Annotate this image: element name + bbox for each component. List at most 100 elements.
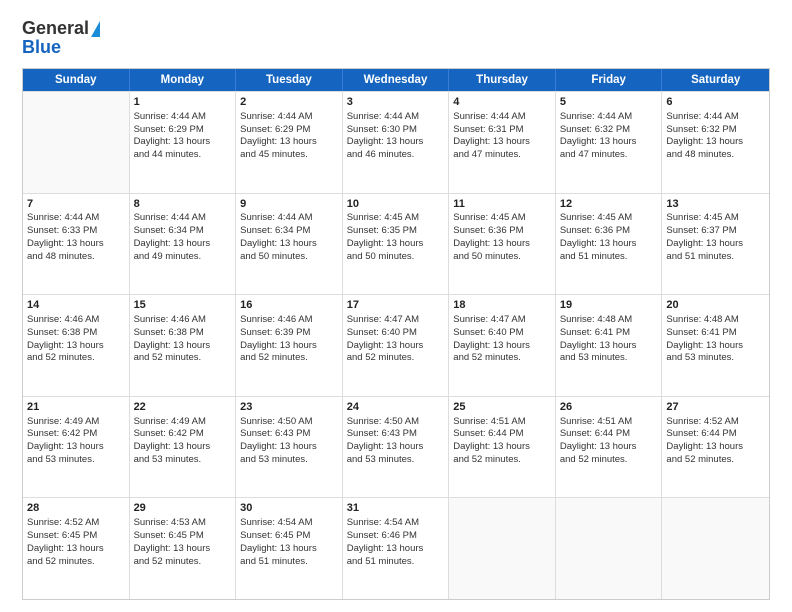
daylight-line1: Daylight: 13 hours <box>27 238 125 251</box>
day-cell-2: 2Sunrise: 4:44 AMSunset: 6:29 PMDaylight… <box>236 92 343 193</box>
daylight-line2: and 51 minutes. <box>347 556 445 569</box>
daylight-line1: Daylight: 13 hours <box>134 441 232 454</box>
day-number: 31 <box>347 501 445 516</box>
day-cell-20: 20Sunrise: 4:48 AMSunset: 6:41 PMDayligh… <box>662 295 769 396</box>
day-cell-23: 23Sunrise: 4:50 AMSunset: 6:43 PMDayligh… <box>236 397 343 498</box>
sunset-text: Sunset: 6:31 PM <box>453 124 551 137</box>
day-cell-12: 12Sunrise: 4:45 AMSunset: 6:36 PMDayligh… <box>556 194 663 295</box>
day-cell-30: 30Sunrise: 4:54 AMSunset: 6:45 PMDayligh… <box>236 498 343 599</box>
day-number: 21 <box>27 400 125 415</box>
sunrise-text: Sunrise: 4:44 AM <box>347 111 445 124</box>
daylight-line2: and 50 minutes. <box>453 251 551 264</box>
daylight-line1: Daylight: 13 hours <box>560 340 658 353</box>
daylight-line2: and 53 minutes. <box>134 454 232 467</box>
sunrise-text: Sunrise: 4:52 AM <box>666 416 765 429</box>
day-cell-21: 21Sunrise: 4:49 AMSunset: 6:42 PMDayligh… <box>23 397 130 498</box>
sunrise-text: Sunrise: 4:45 AM <box>560 212 658 225</box>
sunrise-text: Sunrise: 4:53 AM <box>134 517 232 530</box>
logo-arrow-icon <box>91 21 100 37</box>
day-cell-9: 9Sunrise: 4:44 AMSunset: 6:34 PMDaylight… <box>236 194 343 295</box>
header-day-tuesday: Tuesday <box>236 69 343 91</box>
day-cell-29: 29Sunrise: 4:53 AMSunset: 6:45 PMDayligh… <box>130 498 237 599</box>
sunset-text: Sunset: 6:41 PM <box>560 327 658 340</box>
sunset-text: Sunset: 6:30 PM <box>347 124 445 137</box>
day-number: 5 <box>560 95 658 110</box>
daylight-line1: Daylight: 13 hours <box>560 441 658 454</box>
sunrise-text: Sunrise: 4:46 AM <box>134 314 232 327</box>
sunrise-text: Sunrise: 4:52 AM <box>27 517 125 530</box>
day-cell-27: 27Sunrise: 4:52 AMSunset: 6:44 PMDayligh… <box>662 397 769 498</box>
daylight-line2: and 53 minutes. <box>560 352 658 365</box>
day-number: 29 <box>134 501 232 516</box>
empty-cell <box>449 498 556 599</box>
daylight-line2: and 50 minutes. <box>347 251 445 264</box>
sunrise-text: Sunrise: 4:50 AM <box>240 416 338 429</box>
daylight-line1: Daylight: 13 hours <box>347 441 445 454</box>
header-day-friday: Friday <box>556 69 663 91</box>
day-cell-14: 14Sunrise: 4:46 AMSunset: 6:38 PMDayligh… <box>23 295 130 396</box>
sunrise-text: Sunrise: 4:44 AM <box>134 111 232 124</box>
daylight-line1: Daylight: 13 hours <box>240 136 338 149</box>
sunrise-text: Sunrise: 4:45 AM <box>453 212 551 225</box>
daylight-line1: Daylight: 13 hours <box>134 136 232 149</box>
header-day-thursday: Thursday <box>449 69 556 91</box>
sunset-text: Sunset: 6:46 PM <box>347 530 445 543</box>
sunrise-text: Sunrise: 4:46 AM <box>240 314 338 327</box>
daylight-line1: Daylight: 13 hours <box>453 441 551 454</box>
day-number: 25 <box>453 400 551 415</box>
daylight-line2: and 47 minutes. <box>453 149 551 162</box>
sunset-text: Sunset: 6:40 PM <box>347 327 445 340</box>
week-row-1: 1Sunrise: 4:44 AMSunset: 6:29 PMDaylight… <box>23 91 769 193</box>
sunrise-text: Sunrise: 4:49 AM <box>134 416 232 429</box>
daylight-line2: and 46 minutes. <box>347 149 445 162</box>
sunset-text: Sunset: 6:42 PM <box>134 428 232 441</box>
daylight-line2: and 53 minutes. <box>666 352 765 365</box>
sunrise-text: Sunrise: 4:44 AM <box>666 111 765 124</box>
daylight-line2: and 52 minutes. <box>240 352 338 365</box>
sunrise-text: Sunrise: 4:49 AM <box>27 416 125 429</box>
sunset-text: Sunset: 6:44 PM <box>560 428 658 441</box>
day-cell-15: 15Sunrise: 4:46 AMSunset: 6:38 PMDayligh… <box>130 295 237 396</box>
header-day-saturday: Saturday <box>662 69 769 91</box>
daylight-line1: Daylight: 13 hours <box>453 136 551 149</box>
daylight-line2: and 44 minutes. <box>134 149 232 162</box>
sunrise-text: Sunrise: 4:44 AM <box>560 111 658 124</box>
sunrise-text: Sunrise: 4:44 AM <box>453 111 551 124</box>
daylight-line1: Daylight: 13 hours <box>240 543 338 556</box>
day-cell-11: 11Sunrise: 4:45 AMSunset: 6:36 PMDayligh… <box>449 194 556 295</box>
day-number: 6 <box>666 95 765 110</box>
daylight-line1: Daylight: 13 hours <box>27 441 125 454</box>
day-cell-3: 3Sunrise: 4:44 AMSunset: 6:30 PMDaylight… <box>343 92 450 193</box>
day-number: 2 <box>240 95 338 110</box>
sunset-text: Sunset: 6:45 PM <box>240 530 338 543</box>
logo-general: General <box>22 18 89 39</box>
sunrise-text: Sunrise: 4:54 AM <box>347 517 445 530</box>
sunrise-text: Sunrise: 4:48 AM <box>560 314 658 327</box>
sunrise-text: Sunrise: 4:44 AM <box>134 212 232 225</box>
day-number: 15 <box>134 298 232 313</box>
daylight-line2: and 52 minutes. <box>453 352 551 365</box>
day-number: 8 <box>134 197 232 212</box>
daylight-line2: and 52 minutes. <box>27 556 125 569</box>
sunrise-text: Sunrise: 4:44 AM <box>240 111 338 124</box>
week-row-3: 14Sunrise: 4:46 AMSunset: 6:38 PMDayligh… <box>23 294 769 396</box>
day-number: 27 <box>666 400 765 415</box>
empty-cell <box>556 498 663 599</box>
header: General Blue <box>22 18 770 58</box>
daylight-line2: and 52 minutes. <box>134 352 232 365</box>
sunrise-text: Sunrise: 4:51 AM <box>453 416 551 429</box>
day-cell-19: 19Sunrise: 4:48 AMSunset: 6:41 PMDayligh… <box>556 295 663 396</box>
day-cell-8: 8Sunrise: 4:44 AMSunset: 6:34 PMDaylight… <box>130 194 237 295</box>
empty-cell <box>23 92 130 193</box>
day-cell-22: 22Sunrise: 4:49 AMSunset: 6:42 PMDayligh… <box>130 397 237 498</box>
daylight-line2: and 50 minutes. <box>240 251 338 264</box>
sunrise-text: Sunrise: 4:45 AM <box>666 212 765 225</box>
daylight-line2: and 51 minutes. <box>240 556 338 569</box>
sunset-text: Sunset: 6:40 PM <box>453 327 551 340</box>
daylight-line1: Daylight: 13 hours <box>134 238 232 251</box>
day-number: 4 <box>453 95 551 110</box>
daylight-line2: and 52 minutes. <box>453 454 551 467</box>
calendar-body: 1Sunrise: 4:44 AMSunset: 6:29 PMDaylight… <box>23 91 769 599</box>
sunset-text: Sunset: 6:34 PM <box>240 225 338 238</box>
header-day-sunday: Sunday <box>23 69 130 91</box>
